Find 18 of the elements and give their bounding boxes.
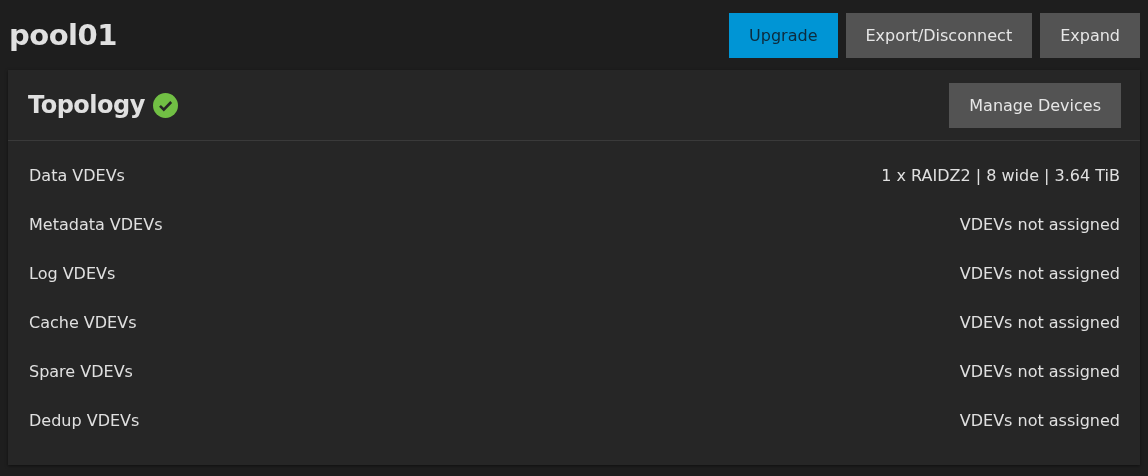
vdev-value: VDEVs not assigned	[959, 362, 1120, 381]
vdev-value: VDEVs not assigned	[959, 215, 1120, 234]
vdev-label: Cache VDEVs	[29, 313, 137, 332]
upgrade-button[interactable]: Upgrade	[729, 12, 838, 58]
vdev-value: VDEVs not assigned	[959, 264, 1120, 283]
vdev-value: VDEVs not assigned	[959, 313, 1120, 332]
manage-devices-button[interactable]: Manage Devices	[949, 82, 1121, 128]
action-button[interactable]: Expand	[1040, 12, 1140, 58]
vdev-value: 1 x RAIDZ2 | 8 wide | 3.64 TiB	[881, 166, 1120, 185]
vdev-label: Metadata VDEVs	[29, 215, 163, 234]
vdev-label: Spare VDEVs	[29, 362, 133, 381]
action-button[interactable]: Export/Disconnect	[845, 12, 1033, 58]
pool-title: pool01	[9, 18, 117, 52]
vdev-label: Data VDEVs	[29, 166, 125, 185]
vdev-label: Log VDEVs	[29, 264, 116, 283]
vdev-label: Dedup VDEVs	[29, 411, 140, 430]
vdev-value: VDEVs not assigned	[959, 411, 1120, 430]
card-title: Topology	[28, 91, 145, 119]
